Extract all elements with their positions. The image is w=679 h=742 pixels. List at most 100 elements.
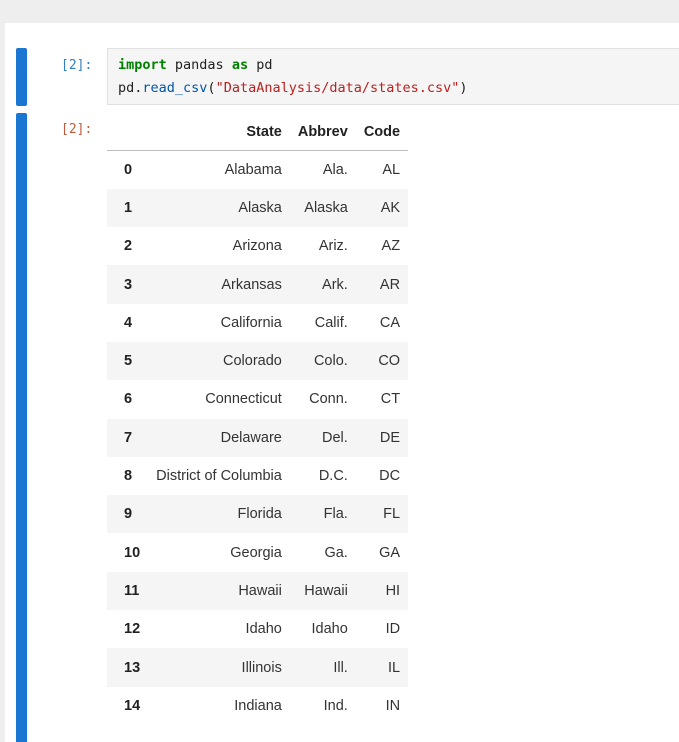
cell-state: Colorado (223, 353, 282, 370)
row-index: 10 (124, 544, 141, 561)
cell-state: Alabama (224, 161, 282, 178)
table-row: 11 Hawaii Hawaii HI (107, 571, 409, 611)
row-index: 3 (124, 276, 133, 293)
cell-code: DC (379, 468, 401, 485)
alias-name: pd (248, 57, 273, 73)
table-row: 4 California Calif. CA (107, 304, 408, 342)
input-prompt: [2]: (61, 58, 93, 73)
cell-code: IL (387, 659, 401, 676)
cell-abbrev: Ark. (322, 276, 348, 293)
table-row: 9 Florida Fla. FL (107, 495, 409, 534)
code-line-2: pd.read_csv("DataAnalysis/data/states.cs… (118, 80, 468, 96)
row-index: 8 (124, 468, 133, 485)
code-line-1: import pandas as pd (118, 57, 272, 73)
row-index: 11 (124, 582, 140, 599)
row-index: 4 (124, 314, 133, 331)
header-index (107, 113, 151, 151)
module-name: pandas (166, 57, 232, 73)
cell-abbrev: Colo. (313, 353, 348, 370)
cell-state: District of Columbia (156, 468, 282, 485)
cell-code: IN (385, 697, 401, 714)
cell-abbrev: Idaho (311, 621, 348, 638)
row-index: 1 (124, 199, 133, 216)
cell-state: Idaho (245, 621, 282, 638)
table-header-row: State Abbrev Code (107, 113, 409, 151)
object-name: pd. (118, 80, 143, 96)
table-row: 0 Alabama Ala. AL (107, 151, 408, 189)
active-cell-indicator (16, 48, 27, 106)
output-cell-indicator (16, 113, 27, 742)
cell-abbrev: Ind. (323, 697, 348, 714)
cell-abbrev: Ariz. (318, 238, 348, 255)
cell-abbrev: Ill. (333, 659, 348, 676)
cell-state: Illinois (241, 659, 282, 676)
table-row: 7 Delaware Del. DE (107, 418, 409, 457)
table-row: 10 Georgia Ga. GA (107, 533, 408, 571)
cell-code: GA (379, 544, 401, 561)
table-row: 13 Illinois Ill. IL (107, 648, 409, 687)
output-cell[interactable]: [2]: State Abbrev Code 0 Alabama Ala. AL 1 Al… (5, 113, 679, 742)
cell-state: California (220, 314, 282, 331)
row-index: 13 (124, 659, 141, 676)
cell-code: AL (382, 161, 401, 178)
cell-state: Georgia (230, 544, 282, 561)
cell-abbrev: Alaska (304, 199, 348, 216)
cell-state: Hawaii (238, 582, 282, 599)
header-state: State (150, 113, 290, 151)
table-row: 3 Arkansas Ark. AR (107, 265, 409, 304)
keyword-as: as (231, 57, 249, 73)
cell-abbrev: Del. (322, 429, 348, 446)
keyword-import: import (118, 57, 167, 73)
open-paren: ( (207, 80, 216, 96)
cell-state: Delaware (220, 429, 282, 446)
cell-abbrev: Calif. (314, 314, 348, 331)
table-row: 5 Colorado Colo. CO (107, 341, 409, 381)
function-name: read_csv (142, 80, 208, 96)
cell-code: AZ (381, 238, 401, 255)
cell-state: Alaska (238, 199, 282, 216)
row-index: 2 (124, 238, 133, 255)
row-index: 0 (124, 161, 133, 178)
cell-abbrev: Conn. (309, 391, 348, 408)
cell-code: CA (379, 314, 401, 331)
row-index: 5 (124, 353, 133, 370)
table-row: 12 Idaho Idaho ID (107, 610, 408, 648)
row-index: 6 (124, 391, 133, 408)
cell-code: AK (380, 199, 401, 216)
row-index: 7 (124, 429, 133, 446)
header-abbrev: Abbrev (289, 113, 356, 151)
row-index: 12 (124, 621, 141, 638)
table-row: 6 Connecticut Conn. CT (107, 380, 408, 418)
cell-abbrev: Ala. (322, 161, 348, 178)
table-row: 1 Alaska Alaska AK (107, 188, 409, 228)
cell-abbrev: Hawaii (304, 582, 348, 599)
cell-abbrev: D.C. (318, 468, 348, 485)
cell-state: Indiana (234, 697, 282, 714)
output-prompt: [2]: (61, 122, 93, 137)
cell-state: Arkansas (221, 276, 282, 293)
cell-abbrev: Ga. (324, 544, 348, 561)
cell-state: Arizona (232, 238, 282, 255)
table-row: 8 District of Columbia D.C. DC (107, 457, 408, 495)
table-row: 14 Indiana Ind. IN (107, 687, 408, 725)
cell-code: CT (380, 391, 401, 408)
code-cell[interactable]: [2]: import pandas as pd pd.read_csv("Da… (5, 48, 679, 106)
close-paren: ) (459, 80, 468, 96)
header-code: Code (355, 113, 409, 151)
row-index: 9 (124, 506, 133, 523)
string-argument: "DataAnalysis/data/states.csv" (215, 80, 460, 96)
cell-code: AR (379, 276, 401, 293)
cell-state: Connecticut (205, 391, 282, 408)
cell-code: DE (379, 429, 401, 446)
notebook-panel: [2]: import pandas as pd pd.read_csv("Da… (5, 23, 679, 742)
table-row: 2 Arizona Ariz. AZ (107, 227, 408, 265)
cell-code: FL (383, 506, 401, 523)
cell-code: HI (385, 582, 401, 599)
cell-abbrev: Fla. (323, 506, 348, 523)
code-editor[interactable]: import pandas as pd pd.read_csv("DataAna… (107, 48, 679, 105)
row-index: 14 (124, 697, 141, 714)
dataframe-table: State Abbrev Code 0 Alabama Ala. AL 1 Alaska A… (107, 113, 409, 725)
cell-state: Florida (237, 506, 282, 523)
cell-code: CO (378, 353, 401, 370)
cell-code: ID (385, 621, 401, 638)
